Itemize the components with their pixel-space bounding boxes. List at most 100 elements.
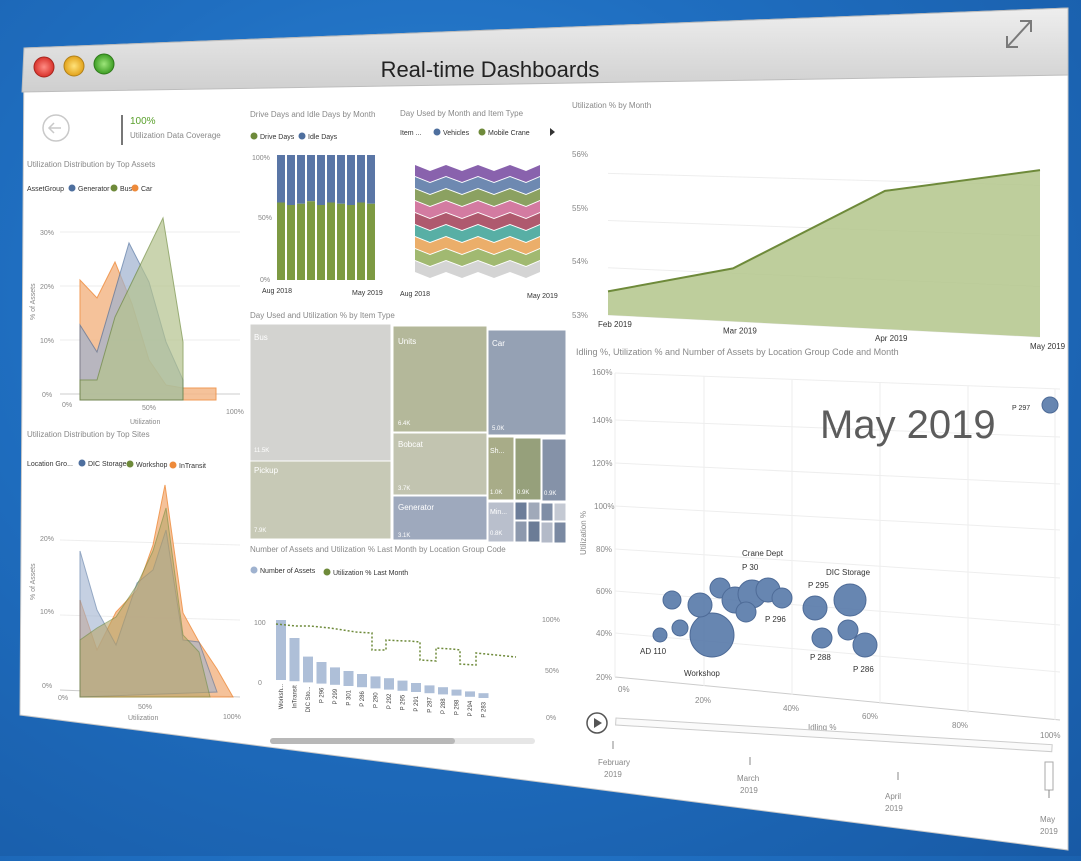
assets-bar[interactable] [478, 693, 489, 698]
play-button[interactable] [586, 712, 608, 734]
bubble [687, 592, 713, 618]
drive-bar [277, 202, 285, 280]
assets-bar[interactable] [316, 662, 327, 684]
assets-bar[interactable] [370, 676, 381, 689]
assets-bar[interactable] [343, 671, 354, 686]
y-tick-right: 0% [546, 715, 556, 722]
legend-dot-crane [478, 128, 486, 136]
bubble-label: Crane Dept [742, 549, 784, 558]
x-tick: Feb 2019 [598, 320, 632, 329]
x-tick: 40% [783, 704, 799, 713]
play-tick-year: 2019 [740, 786, 758, 795]
close-button[interactable] [33, 56, 55, 78]
bubble [771, 587, 793, 609]
drive-bar [317, 205, 325, 280]
assets-bar[interactable] [384, 678, 394, 690]
assets-bar[interactable] [303, 656, 313, 683]
y-tick: 40% [596, 629, 612, 638]
assets-bar[interactable] [397, 680, 408, 691]
panel-bubble-title: Idling %, Utilization % and Number of As… [576, 347, 899, 357]
legend-dot-generator [68, 184, 76, 192]
x-end: May 2019 [352, 290, 383, 297]
y-tick: 140% [592, 416, 612, 425]
zoom-button[interactable] [93, 53, 115, 75]
bubble [852, 632, 878, 658]
legend-dot-intransit [169, 461, 177, 469]
treemap-value: 0.8K [490, 531, 502, 537]
bubble [802, 595, 828, 621]
play-axis-handle[interactable] [1044, 761, 1054, 791]
idle-bar [337, 155, 345, 204]
treemap-value: 0.9K [517, 490, 529, 496]
y-tick: 30% [40, 230, 54, 237]
y-axis-label: Utilization % [579, 511, 588, 555]
legend-dot-assets [250, 566, 258, 574]
x-tick: 20% [695, 696, 711, 705]
y-tick-left: 0 [258, 680, 262, 687]
bubble [1041, 396, 1059, 414]
panel-util-month-title: Utilization % by Month [572, 101, 651, 110]
x-tick: 50% [142, 405, 156, 412]
x-tick: Apr 2019 [875, 334, 908, 343]
panel-sites-title: Utilization Distribution by Top Sites [27, 430, 150, 439]
x-tick: May 2019 [1030, 342, 1066, 351]
y-tick: 54% [572, 257, 588, 266]
category-label: P 283 [482, 701, 488, 717]
treemap-label: Pickup [254, 466, 279, 475]
treemap-value: 3.7K [398, 486, 410, 492]
legend-dot-idle [298, 132, 306, 140]
bubble [735, 601, 757, 623]
drive-bar [287, 205, 295, 280]
legend-title: Item ... [400, 130, 421, 137]
assets-bar[interactable] [289, 638, 300, 682]
legend-idle: Idle Days [308, 134, 338, 141]
category-label: P 287 [428, 697, 434, 713]
y-axis-label: % of Assets [30, 283, 37, 320]
y-tick-left: 100 [254, 620, 266, 627]
treemap-label: Units [398, 337, 416, 346]
legend-dot-dic [78, 459, 86, 467]
y-tick: 0% [260, 277, 270, 284]
y-tick: 53% [572, 311, 588, 320]
assets-bar[interactable] [424, 685, 435, 694]
x-tick: 100% [226, 409, 244, 416]
assets-bar[interactable] [451, 689, 462, 696]
idle-bar [317, 155, 325, 205]
drive-bar [347, 205, 355, 280]
x-tick: 100% [1040, 731, 1060, 740]
assets-bar[interactable] [438, 687, 448, 695]
treemap-label: Bus [254, 333, 268, 342]
legend-assets: Number of Assets [260, 568, 316, 575]
play-tick-year: 2019 [1040, 827, 1058, 836]
treemap-value: 11.5K [254, 448, 269, 454]
y-tick: 0% [42, 683, 52, 690]
bubble-label: P 296 [765, 615, 786, 624]
legend-dic: DIC Storage [88, 461, 127, 468]
bubble [662, 590, 682, 610]
assets-bar[interactable] [276, 620, 286, 680]
assets-bar[interactable] [411, 683, 421, 692]
y-tick: 120% [592, 459, 612, 468]
treemap-value: 6.4K [398, 421, 410, 427]
y-tick: 100% [252, 155, 270, 162]
x-tick: 60% [862, 712, 878, 721]
bubble [837, 619, 859, 641]
assets-bar[interactable] [357, 674, 367, 688]
scrollbar-thumb[interactable] [270, 738, 455, 744]
treemap-value: 0.9K [544, 491, 556, 497]
play-tick-year: 2019 [885, 804, 903, 813]
assets-bar[interactable] [465, 691, 475, 697]
minimize-button[interactable] [63, 55, 85, 77]
x-start: Aug 2018 [262, 288, 292, 295]
category-label: P 291 [414, 695, 420, 711]
legend-dot-bus [110, 184, 118, 192]
legend-title: Location Gro... [27, 461, 73, 468]
coverage-label: Utilization Data Coverage [130, 131, 221, 140]
treemap-cell-bus[interactable] [249, 323, 392, 462]
legend-drive: Drive Days [260, 134, 295, 141]
bubble [833, 583, 867, 617]
x-axis-label: Utilization [128, 715, 158, 722]
play-tick-label: May [1040, 815, 1055, 824]
legend-intransit: InTransit [179, 463, 206, 470]
assets-bar[interactable] [330, 667, 340, 685]
